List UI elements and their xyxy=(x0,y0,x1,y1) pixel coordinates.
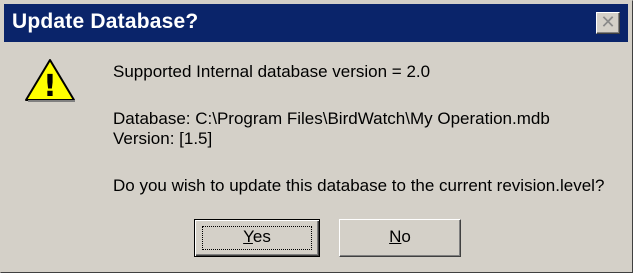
warning-exclamation: ! xyxy=(43,69,57,103)
no-mnemonic: N xyxy=(389,227,402,246)
title-bar[interactable]: Update Database? ✕ xyxy=(4,4,628,42)
message-database-version: Version: [1.5] xyxy=(113,129,213,148)
yes-button-label: Yes xyxy=(243,227,271,246)
no-button-label: No xyxy=(389,227,411,246)
no-button[interactable]: No xyxy=(339,219,461,257)
window-title: Update Database? xyxy=(12,10,199,33)
yes-mnemonic: Y xyxy=(243,227,253,246)
warning-icon: ! xyxy=(25,59,75,103)
yes-button[interactable]: Yes xyxy=(194,219,320,257)
message-supported-version: Supported Internal database version = 2.… xyxy=(113,62,431,81)
close-icon: ✕ xyxy=(600,12,616,33)
no-label-rest: o xyxy=(401,227,411,246)
yes-label-rest: es xyxy=(252,227,271,246)
update-database-dialog: Update Database? ✕ ! Supported Internal … xyxy=(0,0,633,273)
close-button[interactable]: ✕ xyxy=(596,12,620,34)
message-question: Do you wish to update this database to t… xyxy=(113,176,605,195)
message-database-path: Database: C:\Program Files\BirdWatch\My … xyxy=(113,109,550,128)
